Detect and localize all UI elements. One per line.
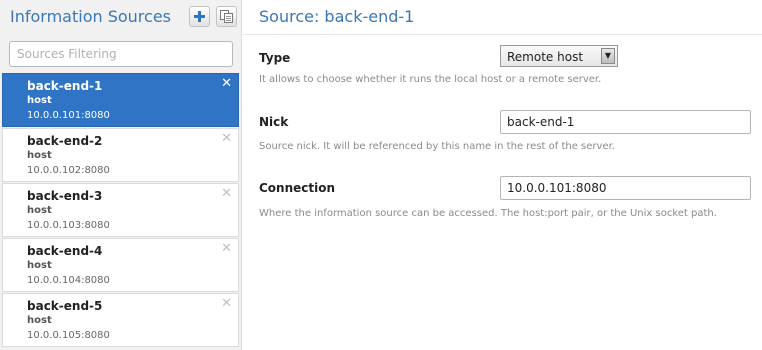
- source-nick: back-end-1: [27, 79, 103, 93]
- source-item-back-end-1[interactable]: back-end-1 host 10.0.0.101:8080 ✕: [2, 73, 239, 127]
- source-item-back-end-5[interactable]: back-end-5 host 10.0.0.105:8080 ✕: [2, 293, 239, 347]
- remove-source-icon[interactable]: ✕: [221, 242, 232, 256]
- source-address: 10.0.0.101:8080: [27, 110, 110, 121]
- source-item-back-end-4[interactable]: back-end-4 host 10.0.0.104:8080 ✕: [2, 238, 239, 292]
- page-title: Source: back-end-1: [259, 7, 415, 26]
- type-help: It allows to choose whether it runs the …: [259, 74, 602, 85]
- source-nick: back-end-4: [27, 244, 103, 258]
- source-type: host: [27, 205, 52, 216]
- source-detail-panel: Source: back-end-1 Type Remote host ▼ It…: [243, 0, 762, 350]
- source-item-back-end-2[interactable]: back-end-2 host 10.0.0.102:8080 ✕: [2, 128, 239, 182]
- sources-filter-input[interactable]: [9, 41, 233, 67]
- connection-help: Where the information source can be acce…: [259, 208, 717, 219]
- clone-source-button[interactable]: [216, 6, 237, 27]
- source-type: host: [27, 95, 52, 106]
- nick-input[interactable]: [500, 110, 751, 134]
- connection-label: Connection: [259, 181, 336, 195]
- source-address: 10.0.0.105:8080: [27, 330, 110, 341]
- plus-icon: [194, 11, 205, 22]
- source-type: host: [27, 150, 52, 161]
- source-address: 10.0.0.103:8080: [27, 220, 110, 231]
- remove-source-icon[interactable]: ✕: [221, 297, 232, 311]
- chevron-down-icon: ▼: [601, 48, 615, 64]
- sidebar-title: Information Sources: [10, 7, 171, 26]
- sidebar: Information Sources back-end-1 host 10.0…: [0, 0, 242, 350]
- type-select[interactable]: Remote host ▼: [500, 45, 618, 67]
- add-source-button[interactable]: [189, 6, 210, 27]
- nick-label: Nick: [259, 115, 289, 129]
- type-select-value: Remote host: [507, 50, 584, 64]
- title-divider: [243, 34, 762, 35]
- nick-help: Source nick. It will be referenced by th…: [259, 141, 615, 152]
- remove-source-icon[interactable]: ✕: [221, 77, 232, 91]
- remove-source-icon[interactable]: ✕: [221, 132, 232, 146]
- connection-input[interactable]: [500, 176, 751, 200]
- clone-icon: [220, 10, 233, 23]
- source-item-back-end-3[interactable]: back-end-3 host 10.0.0.103:8080 ✕: [2, 183, 239, 237]
- source-address: 10.0.0.102:8080: [27, 165, 110, 176]
- sources-list: back-end-1 host 10.0.0.101:8080 ✕ back-e…: [2, 73, 239, 350]
- source-nick: back-end-5: [27, 299, 103, 313]
- source-address: 10.0.0.104:8080: [27, 275, 110, 286]
- remove-source-icon[interactable]: ✕: [221, 187, 232, 201]
- source-type: host: [27, 315, 52, 326]
- source-nick: back-end-2: [27, 134, 103, 148]
- source-type: host: [27, 260, 52, 271]
- type-label: Type: [259, 51, 291, 65]
- source-nick: back-end-3: [27, 189, 103, 203]
